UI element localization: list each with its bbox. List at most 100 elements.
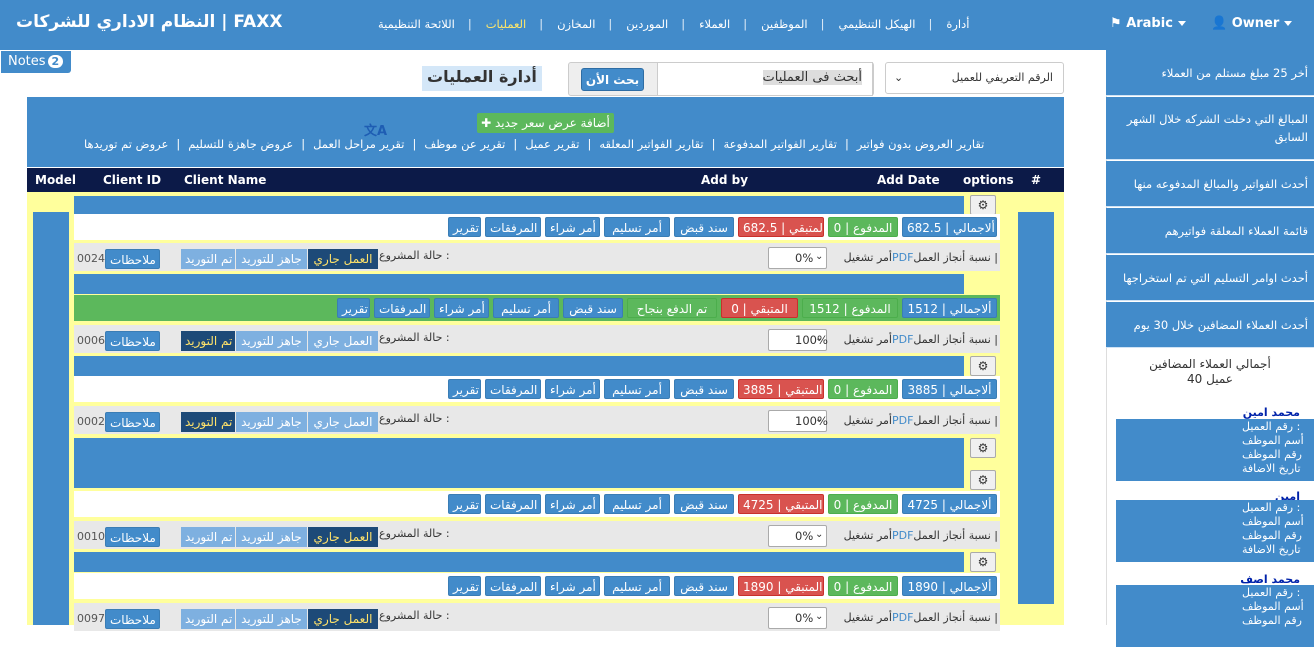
add-quote-button[interactable]: ✚ أضافة عرض سعر جديد: [477, 113, 614, 133]
status-supplied-button[interactable]: تم التوريد: [181, 527, 235, 547]
paid-badge[interactable]: المدفوع | 0: [828, 217, 898, 237]
delivery-order-button[interactable]: أمر تسليم: [604, 217, 670, 237]
receipt-button[interactable]: سند قبض: [674, 379, 734, 399]
status-running-button[interactable]: العمل جاري: [308, 609, 378, 629]
purchase-order-button[interactable]: أمر شراء: [434, 298, 489, 318]
progress-select[interactable]: 100% ⌄: [768, 410, 828, 432]
status-supplied-button[interactable]: تم التوريد: [181, 331, 235, 351]
attachments-button[interactable]: المرفقات: [485, 217, 541, 237]
status-ready-button[interactable]: جاهز للتوريد: [236, 412, 307, 432]
column-header[interactable]: Client ID: [103, 173, 161, 187]
report-link[interactable]: تقرير عن موظف: [424, 137, 505, 151]
sidebar-item[interactable]: أحدث العملاء المضافين خلال 30 يوم: [1106, 302, 1314, 348]
report-button[interactable]: تقرير: [448, 217, 481, 237]
nav-item[interactable]: أدارة: [946, 17, 969, 31]
report-link[interactable]: تقرير عميل: [525, 137, 579, 151]
remaining-badge[interactable]: المتبقي | 3885: [738, 379, 824, 399]
gear-button[interactable]: ⚙: [970, 438, 996, 458]
progress-select[interactable]: 0% ⌄: [768, 525, 827, 547]
sidebar-item[interactable]: أحدث اوامر التسليم التي تم استخراجها: [1106, 255, 1314, 301]
notes-button[interactable]: ملاحظات: [105, 331, 160, 351]
delivery-order-button[interactable]: أمر تسليم: [604, 494, 670, 514]
purchase-order-button[interactable]: أمر شراء: [545, 379, 600, 399]
total-badge[interactable]: ألاجمالي | 4725: [902, 494, 997, 514]
remaining-badge[interactable]: المتبقي | 1890: [738, 576, 824, 596]
search-input[interactable]: أبحث فى العمليات: [657, 62, 873, 96]
status-supplied-button[interactable]: تم التوريد: [181, 412, 235, 432]
total-badge[interactable]: ألاجمالي | 1890: [902, 576, 997, 596]
progress-select[interactable]: 0% ⌄: [768, 247, 827, 269]
nav-item[interactable]: اللائحة التنظيمية: [378, 17, 455, 31]
status-ready-button[interactable]: جاهز للتوريد: [236, 331, 307, 351]
receipt-button[interactable]: سند قبض: [674, 217, 734, 237]
status-ready-button[interactable]: جاهز للتوريد: [236, 527, 307, 547]
report-button[interactable]: تقرير: [448, 576, 481, 596]
status-running-button[interactable]: العمل جاري: [308, 527, 378, 547]
report-link[interactable]: تقارير العروض بدون فواتير: [857, 137, 985, 151]
gear-button[interactable]: ⚙: [970, 195, 996, 215]
receipt-button[interactable]: سند قبض: [674, 576, 734, 596]
total-badge[interactable]: ألاجمالي | 3885: [902, 379, 997, 399]
gear-button[interactable]: ⚙: [970, 470, 996, 490]
gear-button[interactable]: ⚙: [970, 552, 996, 572]
notes-button[interactable]: ملاحظات: [105, 527, 160, 547]
user-dropdown[interactable]: 👤 Owner: [1211, 16, 1293, 31]
gear-button[interactable]: ⚙: [970, 356, 996, 376]
attachments-button[interactable]: المرفقات: [374, 298, 430, 318]
column-header[interactable]: Model: [35, 173, 76, 187]
status-ready-button[interactable]: جاهز للتوريد: [236, 249, 307, 269]
report-link[interactable]: تقرير مراحل العمل: [313, 137, 404, 151]
status-running-button[interactable]: العمل جاري: [308, 331, 378, 351]
delivery-order-button[interactable]: أمر تسليم: [604, 576, 670, 596]
report-button[interactable]: تقرير: [448, 379, 481, 399]
status-ready-button[interactable]: جاهز للتوريد: [236, 609, 307, 629]
sidebar-item[interactable]: المبالغ التي دخلت الشركه خلال الشهر السا…: [1106, 97, 1314, 160]
delivery-order-button[interactable]: أمر تسليم: [493, 298, 559, 318]
total-badge[interactable]: ألاجمالي | 1512: [902, 298, 997, 318]
remaining-badge[interactable]: المتبقي | 4725: [738, 494, 824, 514]
customer-name[interactable]: محمد امين: [1243, 406, 1300, 419]
nav-item[interactable]: العملاء: [699, 17, 730, 31]
total-badge[interactable]: ألاجمالي | 682.5: [902, 217, 997, 237]
brand-title[interactable]: النظام الاداري للشركات | FAXX: [16, 12, 282, 32]
report-link[interactable]: تقارير الفواتير المدفوعة: [724, 137, 837, 151]
report-button[interactable]: تقرير: [448, 494, 481, 514]
remaining-badge[interactable]: المتبقي | 682.5: [738, 217, 826, 237]
paid-badge[interactable]: المدفوع | 0: [828, 379, 898, 399]
pdf-link[interactable]: PDF: [892, 611, 913, 624]
receipt-button[interactable]: سند قبض: [563, 298, 623, 318]
pdf-link[interactable]: PDF: [892, 251, 913, 264]
nav-item[interactable]: المخازن: [557, 17, 595, 31]
pdf-link[interactable]: PDF: [892, 333, 913, 346]
attachments-button[interactable]: المرفقات: [485, 494, 541, 514]
nav-item[interactable]: الموظفين: [761, 17, 807, 31]
progress-select[interactable]: 0% ⌄: [768, 607, 827, 629]
nav-item[interactable]: الهيكل التنظيمي: [838, 17, 915, 31]
paid-success-badge[interactable]: تم الدفع بنجاح: [627, 298, 717, 318]
status-supplied-button[interactable]: تم التوريد: [181, 609, 235, 629]
receipt-button[interactable]: سند قبض: [674, 494, 734, 514]
notes-tab[interactable]: Notes 2: [1, 51, 71, 73]
report-link[interactable]: عروض تم توريدها: [84, 137, 168, 151]
notes-button[interactable]: ملاحظات: [105, 609, 160, 629]
column-header[interactable]: Add Date: [877, 173, 940, 187]
pdf-link[interactable]: PDF: [892, 529, 913, 542]
report-button[interactable]: تقرير: [337, 298, 370, 318]
attachments-button[interactable]: المرفقات: [485, 576, 541, 596]
status-running-button[interactable]: العمل جاري: [308, 249, 378, 269]
column-header[interactable]: Add by: [701, 173, 748, 187]
purchase-order-button[interactable]: أمر شراء: [545, 576, 600, 596]
purchase-order-button[interactable]: أمر شراء: [545, 494, 600, 514]
paid-badge[interactable]: المدفوع | 0: [828, 576, 898, 596]
status-supplied-button[interactable]: تم التوريد: [181, 249, 235, 269]
attachments-button[interactable]: المرفقات: [485, 379, 541, 399]
column-header[interactable]: options: [963, 173, 1014, 187]
language-dropdown[interactable]: ⚑ Arabic: [1110, 16, 1186, 31]
search-button[interactable]: بحث الأن: [581, 68, 644, 91]
delivery-order-button[interactable]: أمر تسليم: [604, 379, 670, 399]
search-field-select[interactable]: ⌄ الرقم التعريفي للعميل: [885, 62, 1064, 94]
purchase-order-button[interactable]: أمر شراء: [545, 217, 600, 237]
sidebar-item[interactable]: أخر 25 مبلغ مستلم من العملاء: [1106, 50, 1314, 96]
pdf-link[interactable]: PDF: [892, 414, 913, 427]
nav-item[interactable]: العمليات: [486, 17, 527, 31]
